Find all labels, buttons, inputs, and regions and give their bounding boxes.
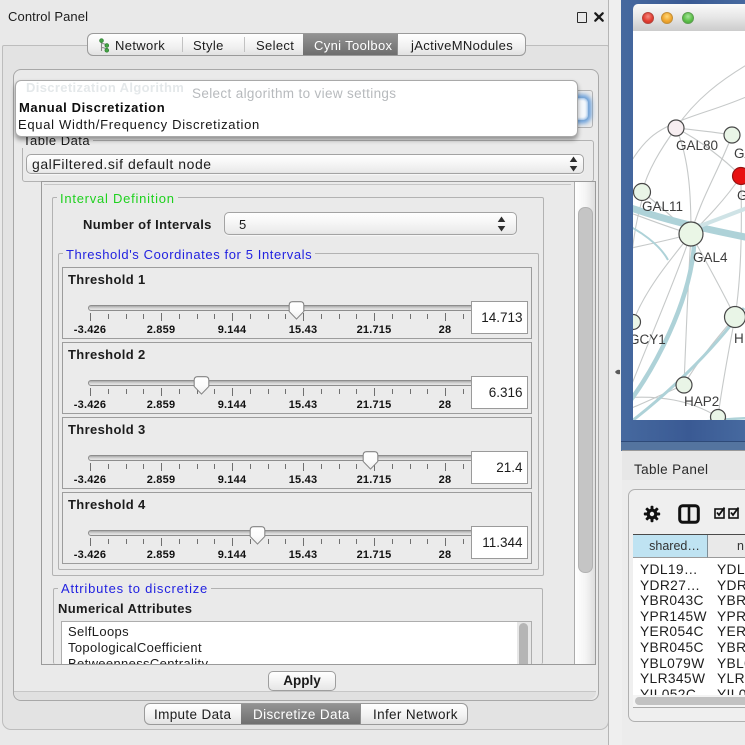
svg-text:H: H xyxy=(734,331,744,346)
svg-text:G: G xyxy=(737,188,745,203)
svg-text:HAP2: HAP2 xyxy=(684,394,719,409)
svg-text:GA: GA xyxy=(734,146,745,161)
svg-text:GAL11: GAL11 xyxy=(642,199,683,214)
svg-text:GAL4: GAL4 xyxy=(693,250,728,265)
svg-text:GCY1: GCY1 xyxy=(633,332,666,347)
svg-text:GAL80: GAL80 xyxy=(676,138,718,153)
